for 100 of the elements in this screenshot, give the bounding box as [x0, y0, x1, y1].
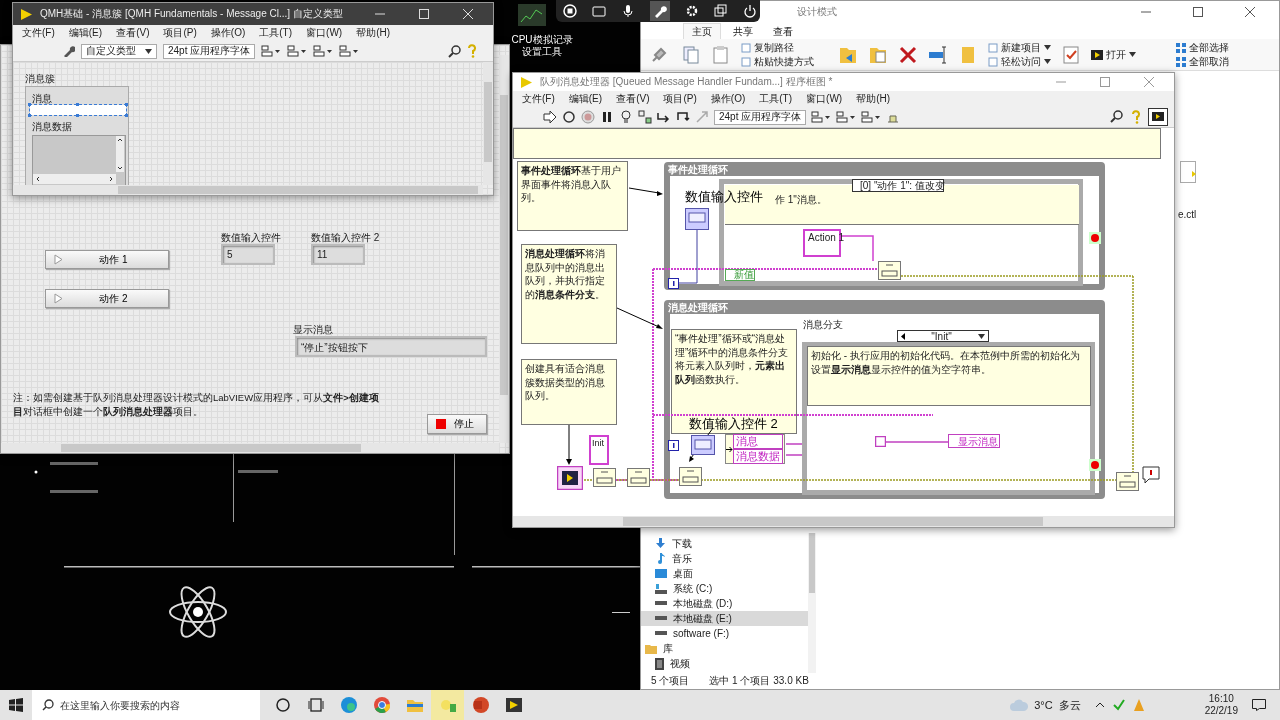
- nav-item[interactable]: 系统 (C:): [641, 581, 808, 596]
- menu-item[interactable]: 查看(V): [115, 26, 151, 40]
- clipboard-icon[interactable]: [711, 44, 731, 65]
- string-field[interactable]: [30, 105, 126, 115]
- distribute-icon[interactable]: [287, 45, 307, 57]
- scrollbar[interactable]: [13, 185, 483, 195]
- slides-app-icon[interactable]: [471, 696, 490, 714]
- icon-label[interactable]: CPU模拟记录设置工具: [511, 34, 573, 58]
- nav-item[interactable]: 库: [641, 641, 808, 656]
- scrollbar[interactable]: [499, 55, 509, 443]
- clock-date[interactable]: 22/2/19: [1204, 705, 1238, 717]
- properties-icon[interactable]: [1061, 44, 1081, 65]
- scrollbar[interactable]: [808, 533, 816, 673]
- circle-icon[interactable]: [273, 696, 292, 714]
- ribbon-button[interactable]: 新建项目: [988, 41, 1051, 54]
- ribbon-tab[interactable]: 主页: [683, 23, 721, 39]
- app-shortcut-icon[interactable]: [518, 4, 546, 26]
- delete-icon[interactable]: [898, 44, 918, 65]
- run-continuously-icon[interactable]: [562, 110, 576, 124]
- menu-item[interactable]: 窗口(W): [305, 26, 344, 40]
- nav-item[interactable]: 桌面: [641, 566, 808, 581]
- nav-item[interactable]: 本地磁盘 (D:): [641, 596, 808, 611]
- numeric-field[interactable]: 5: [221, 244, 275, 265]
- scrollbar[interactable]: [513, 516, 1174, 527]
- stop-button[interactable]: 停止: [427, 414, 487, 434]
- menu-item[interactable]: 编辑(E): [67, 26, 104, 40]
- menu-item[interactable]: 操作(O): [209, 26, 247, 40]
- decrement-icon[interactable]: [901, 332, 905, 340]
- menu-item[interactable]: 编辑(E): [567, 92, 604, 106]
- font-dropdown[interactable]: 24pt 应用程序字体: [163, 43, 255, 59]
- scrollbar[interactable]: [483, 62, 493, 185]
- weather-text[interactable]: 多云: [1058, 697, 1081, 713]
- ribbon-button[interactable]: 粘贴快捷方式: [741, 55, 814, 68]
- start-icon[interactable]: [9, 698, 23, 712]
- type-dropdown[interactable]: 自定义类型: [81, 43, 157, 59]
- ribbon-button[interactable]: 打开: [1091, 48, 1136, 61]
- menu-item[interactable]: 帮助(H): [855, 92, 892, 106]
- wrench-icon[interactable]: [63, 45, 75, 57]
- menu-item[interactable]: 文件(F): [521, 92, 556, 106]
- menu-item[interactable]: 窗口(W): [805, 92, 844, 106]
- scrollbar[interactable]: [1, 443, 499, 453]
- power-icon[interactable]: [743, 4, 757, 18]
- resize-icon[interactable]: [313, 45, 333, 57]
- distribute-icon[interactable]: [836, 111, 856, 123]
- action-button[interactable]: 动作 2: [45, 289, 169, 308]
- step-into-icon[interactable]: [657, 110, 671, 124]
- menu-item[interactable]: 文件(F): [21, 26, 56, 40]
- microphone-icon[interactable]: [621, 4, 635, 18]
- settings-icon[interactable]: [685, 4, 699, 18]
- retain-values-icon[interactable]: [638, 110, 652, 124]
- case-selector[interactable]: "Init": [897, 330, 989, 342]
- menu-item[interactable]: 项目(P): [662, 92, 698, 106]
- scrollbar[interactable]: [116, 136, 124, 172]
- ribbon-button[interactable]: 复制路径: [741, 41, 814, 54]
- file-name[interactable]: e.ctl: [1178, 209, 1197, 220]
- chrome-icon[interactable]: [372, 696, 391, 714]
- menu-item[interactable]: 工具(T): [258, 26, 294, 40]
- nav-item[interactable]: 视频: [641, 656, 808, 671]
- ribbon-tab[interactable]: 查看: [765, 24, 801, 39]
- reorder-icon[interactable]: [861, 111, 881, 123]
- menu-item[interactable]: 帮助(H): [355, 26, 392, 40]
- scrollbar[interactable]: [33, 174, 116, 184]
- pause-icon[interactable]: [600, 110, 614, 124]
- search-field[interactable]: 在这里输入你要搜索的内容: [32, 690, 260, 720]
- labview-icon[interactable]: [504, 696, 523, 714]
- nav-item[interactable]: 本地磁盘 (E:): [641, 611, 808, 626]
- chevron-up-icon[interactable]: [1094, 702, 1105, 708]
- align-icon[interactable]: [261, 45, 281, 57]
- nav-item[interactable]: 下载: [641, 536, 808, 551]
- nav-item[interactable]: software (F:): [641, 626, 808, 641]
- search-icon[interactable]: [1110, 110, 1124, 124]
- action-button[interactable]: 动作 1: [45, 250, 169, 269]
- step-over-icon[interactable]: [676, 110, 690, 124]
- numeric-field[interactable]: 11: [311, 244, 365, 265]
- ribbon-button[interactable]: 全部选择: [1176, 41, 1229, 54]
- notification-icon[interactable]: [1252, 699, 1266, 711]
- temperature-text[interactable]: 3°C: [1034, 699, 1053, 711]
- stop-icon[interactable]: [563, 4, 577, 18]
- edge-icon[interactable]: [339, 696, 358, 714]
- clock-time[interactable]: 16:10: [1208, 693, 1234, 705]
- wrench-icon[interactable]: [653, 4, 667, 18]
- rename-icon[interactable]: [928, 44, 948, 65]
- reorder-icon[interactable]: [339, 45, 359, 57]
- align-icon[interactable]: [811, 111, 831, 123]
- ribbon-button[interactable]: 轻松访问: [988, 55, 1051, 68]
- task-view-icon[interactable]: [306, 696, 325, 714]
- lightbulb-icon[interactable]: [619, 110, 633, 124]
- menu-item[interactable]: 项目(P): [162, 26, 198, 40]
- menu-item[interactable]: 操作(O): [709, 92, 747, 106]
- menu-item[interactable]: 工具(T): [758, 92, 794, 106]
- camera-icon[interactable]: [592, 4, 606, 18]
- maximize-icon[interactable]: [1193, 7, 1203, 17]
- menu-item[interactable]: 查看(V): [615, 92, 651, 106]
- close-icon[interactable]: [1245, 7, 1255, 17]
- run-icon[interactable]: [543, 110, 557, 124]
- ribbon-tab[interactable]: 共享: [725, 24, 761, 39]
- search-icon[interactable]: [448, 44, 461, 58]
- copy-icon[interactable]: [714, 4, 728, 18]
- font-dropdown[interactable]: 24pt 应用程序字体: [714, 109, 806, 125]
- nav-item[interactable]: 音乐: [641, 551, 808, 566]
